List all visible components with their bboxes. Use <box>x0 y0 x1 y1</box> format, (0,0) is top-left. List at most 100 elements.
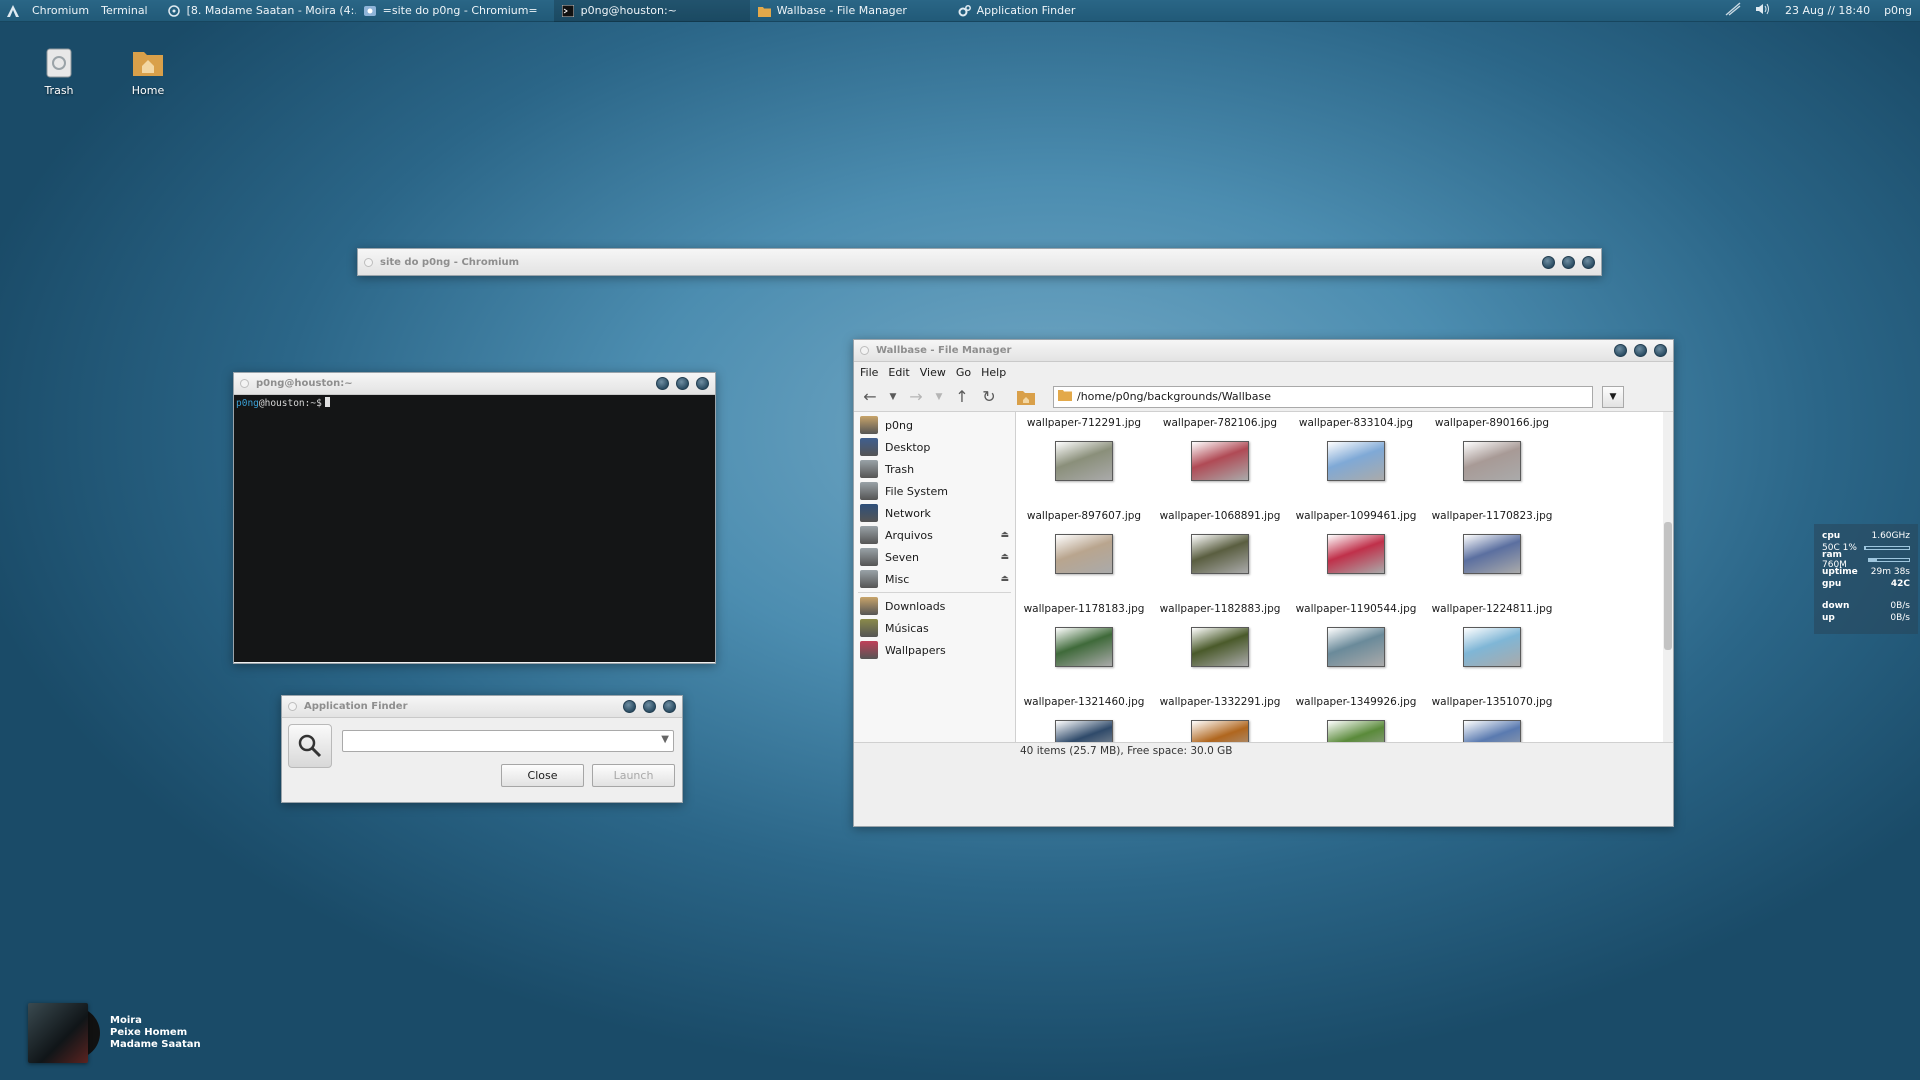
file-item[interactable]: wallpaper-1182883.jpg <box>1153 603 1287 615</box>
file-thumbnail[interactable] <box>1463 627 1521 667</box>
app-menu-button[interactable] <box>0 0 26 22</box>
forward-arrow-icon[interactable]: → <box>906 387 926 407</box>
file-thumbnail[interactable] <box>1327 534 1385 574</box>
file-thumbnail[interactable] <box>1055 441 1113 481</box>
window-menu-icon[interactable] <box>288 702 297 711</box>
file-item[interactable]: wallpaper-1332291.jpg <box>1153 696 1287 708</box>
maximize-button[interactable] <box>1562 255 1575 269</box>
minimize-button[interactable] <box>1542 255 1555 269</box>
file-thumbnail[interactable] <box>1191 720 1249 742</box>
back-history-chevron-icon[interactable]: ▼ <box>887 387 899 407</box>
sidebar-item-arquivos[interactable]: Arquivos ⏏ <box>854 524 1015 546</box>
eject-icon[interactable]: ⏏ <box>1000 552 1009 562</box>
desktop-icon-home[interactable]: Home <box>113 46 183 97</box>
file-item[interactable]: wallpaper-1170823.jpg <box>1425 510 1559 522</box>
location-bar[interactable]: /home/p0ng/backgrounds/Wallbase <box>1053 385 1593 408</box>
file-thumbnail[interactable] <box>1463 720 1521 742</box>
file-manager-window[interactable]: Wallbase - File Manager File Edit View G… <box>853 339 1674 827</box>
file-item[interactable]: wallpaper-890166.jpg <box>1425 417 1559 429</box>
app-search-input[interactable]: ▼ <box>342 730 674 752</box>
up-arrow-icon[interactable]: ↑ <box>952 387 972 407</box>
file-thumbnail[interactable] <box>1463 441 1521 481</box>
chromium-window[interactable]: site do p0ng - Chromium <box>357 248 1602 276</box>
file-item[interactable]: wallpaper-1190544.jpg <box>1289 603 1423 615</box>
sidebar-item-network[interactable]: Network <box>854 502 1015 524</box>
network-tray-icon[interactable] <box>1725 2 1741 19</box>
file-item[interactable]: wallpaper-1349926.jpg <box>1289 696 1423 708</box>
file-thumbnail[interactable] <box>1327 441 1385 481</box>
maximize-button[interactable] <box>643 700 656 713</box>
location-dropdown-icon[interactable]: ▼ <box>1602 385 1624 408</box>
terminal-window[interactable]: p0ng@houston:~ p0ng@houston:~$ <box>233 372 716 664</box>
window-menu-icon[interactable] <box>364 257 373 267</box>
titlebar[interactable]: p0ng@houston:~ <box>234 373 715 395</box>
task-file-manager[interactable]: Wallbase - File Manager <box>750 0 950 22</box>
menu-edit[interactable]: Edit <box>888 366 909 379</box>
album-cover[interactable] <box>28 1003 100 1063</box>
sidebar-item-m-sicas[interactable]: Músicas <box>854 617 1015 639</box>
sidebar-item-file-system[interactable]: File System <box>854 480 1015 502</box>
close-button[interactable]: Close <box>501 764 584 787</box>
menu-file[interactable]: File <box>860 366 878 379</box>
app-finder-window[interactable]: Application Finder ▼ Close Launch <box>281 695 683 803</box>
file-thumbnail[interactable] <box>1191 534 1249 574</box>
launch-button[interactable]: Launch <box>592 764 675 787</box>
sidebar-item-p0ng[interactable]: p0ng <box>854 414 1015 436</box>
search-history-icon[interactable]: ▼ <box>661 734 669 745</box>
file-item[interactable]: wallpaper-1224811.jpg <box>1425 603 1559 615</box>
file-thumbnail[interactable] <box>1327 627 1385 667</box>
titlebar[interactable]: site do p0ng - Chromium <box>358 249 1601 275</box>
window-menu-icon[interactable] <box>240 379 249 388</box>
close-button[interactable] <box>1654 344 1667 357</box>
file-item[interactable]: wallpaper-1068891.jpg <box>1153 510 1287 522</box>
sidebar-item-misc[interactable]: Misc ⏏ <box>854 568 1015 590</box>
close-button[interactable] <box>696 377 709 390</box>
close-button[interactable] <box>663 700 676 713</box>
file-item[interactable]: wallpaper-897607.jpg <box>1017 510 1151 522</box>
maximize-button[interactable] <box>1634 344 1647 357</box>
file-thumbnail[interactable] <box>1191 627 1249 667</box>
task-chromium[interactable]: =site do p0ng - Chromium= <box>356 0 554 22</box>
volume-icon[interactable] <box>1755 3 1771 18</box>
close-button[interactable] <box>1582 255 1595 269</box>
file-thumbnail[interactable] <box>1191 441 1249 481</box>
forward-history-chevron-icon[interactable]: ▼ <box>933 387 945 407</box>
file-thumbnail[interactable] <box>1055 720 1113 742</box>
file-item[interactable]: wallpaper-833104.jpg <box>1289 417 1423 429</box>
file-item[interactable]: wallpaper-712291.jpg <box>1017 417 1151 429</box>
desktop-icon-trash[interactable]: Trash <box>24 46 94 97</box>
file-thumbnail[interactable] <box>1327 720 1385 742</box>
eject-icon[interactable]: ⏏ <box>1000 530 1009 540</box>
file-item[interactable]: wallpaper-1099461.jpg <box>1289 510 1423 522</box>
menu-view[interactable]: View <box>920 366 946 379</box>
titlebar[interactable]: Application Finder <box>282 696 682 718</box>
scrollbar-thumb[interactable] <box>1664 522 1672 650</box>
maximize-button[interactable] <box>676 377 689 390</box>
task-app-finder[interactable]: Application Finder <box>950 0 1130 22</box>
file-item[interactable]: wallpaper-1321460.jpg <box>1017 696 1151 708</box>
eject-icon[interactable]: ⏏ <box>1000 574 1009 584</box>
file-thumbnail[interactable] <box>1055 627 1113 667</box>
launcher-terminal[interactable]: Terminal <box>95 0 154 22</box>
titlebar[interactable]: Wallbase - File Manager <box>854 340 1673 362</box>
file-item[interactable]: wallpaper-782106.jpg <box>1153 417 1287 429</box>
clock[interactable]: 23 Aug // 18:40 <box>1785 4 1870 17</box>
back-arrow-icon[interactable]: ← <box>860 387 880 407</box>
menu-help[interactable]: Help <box>981 366 1006 379</box>
task-music-player[interactable]: [8. Madame Saatan - Moira (4:... <box>160 0 356 22</box>
sidebar-item-trash[interactable]: Trash <box>854 458 1015 480</box>
task-terminal[interactable]: p0ng@houston:~ <box>553 0 750 22</box>
home-icon[interactable] <box>1016 387 1036 407</box>
reload-icon[interactable]: ↻ <box>979 387 999 407</box>
file-grid[interactable]: wallpaper-712291.jpg wallpaper-782106.jpg… <box>1016 412 1673 742</box>
sidebar-item-seven[interactable]: Seven ⏏ <box>854 546 1015 568</box>
file-item[interactable]: wallpaper-1178183.jpg <box>1017 603 1151 615</box>
vertical-scrollbar[interactable] <box>1663 412 1673 742</box>
file-item[interactable]: wallpaper-1351070.jpg <box>1425 696 1559 708</box>
file-thumbnail[interactable] <box>1463 534 1521 574</box>
minimize-button[interactable] <box>656 377 669 390</box>
launcher-chromium[interactable]: Chromium <box>26 0 95 22</box>
terminal-output[interactable]: p0ng@houston:~$ <box>234 395 715 662</box>
window-menu-icon[interactable] <box>860 346 869 355</box>
user-label[interactable]: p0ng <box>1884 4 1912 17</box>
